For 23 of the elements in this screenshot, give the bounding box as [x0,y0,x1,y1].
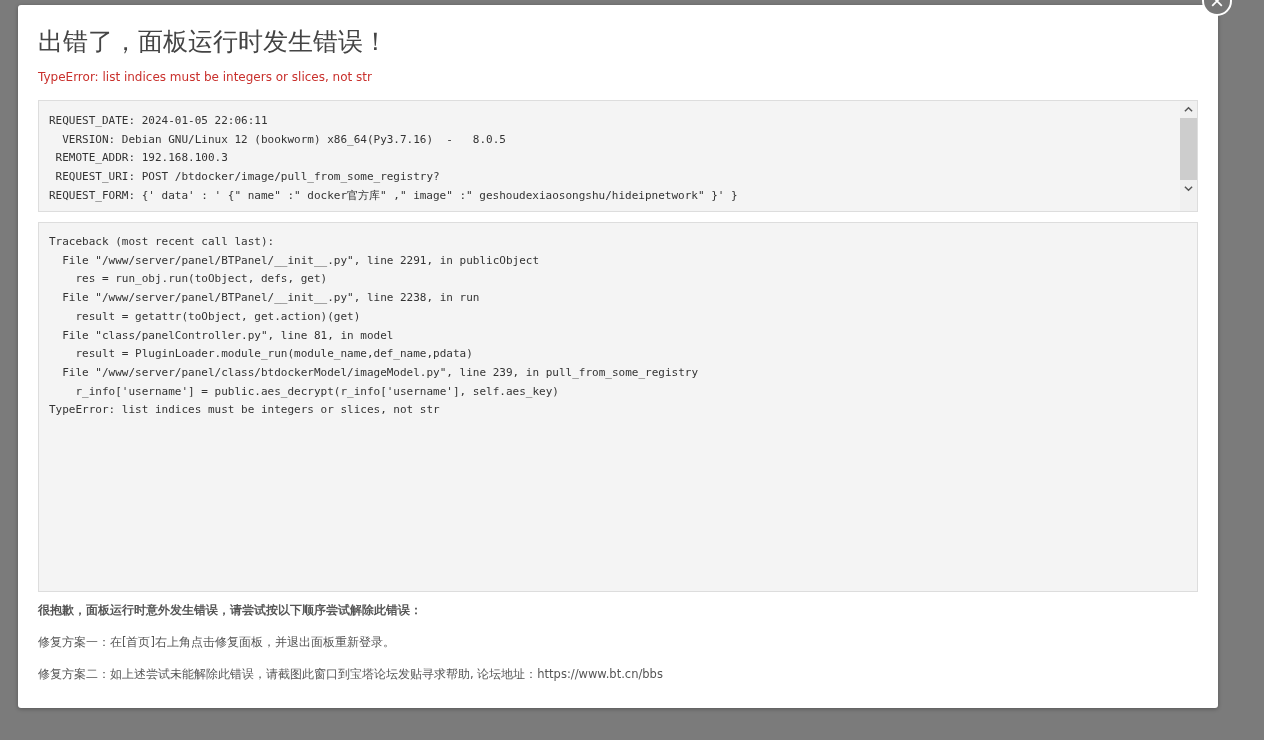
traceback-line: res = run_obj.run(toObject, defs, get) [74,271,329,288]
request-line: REQUEST_DATE: 2024-01-05 22:06:11 [49,113,269,129]
traceback-line: File "class/panelController.py", line 81, in model [61,327,395,344]
traceback-line: result = getattr(toObject, get.action)(get) [74,308,362,325]
dialog-title: 出错了，面板运行时发生错误！ [38,27,389,57]
apology-text: 很抱歉，面板运行时意外发生错误，请尝试按以下顺序尝试解除此错误： [38,602,423,618]
request-line: VERSION: Debian GNU/Linux 12 (bookworm) x86_64(Py3.7.16) - 8.0.5 [61,131,507,148]
traceback-line: File "/www/server/panel/BTPanel/__init__.py", line 2238, in run [61,290,481,307]
traceback-line: TypeError: list indices must be integers or slices, not str [49,402,441,419]
traceback-line: Traceback (most recent call last): [49,234,276,250]
traceback-line: File "/www/server/panel/BTPanel/__init__.py", line 2291, in publicObject [61,252,541,269]
traceback-line: r_info['username'] = public.aes_decrypt(r_info['username'], self.aes_key) [74,383,560,400]
fix-suggestion: 修复方案一：在[首页]右上角点击修复面板，并退出面板重新登录。 [38,634,396,650]
request-line: REQUEST_FORM: {' data' : ' {" name" :" docker官方库" ," image" :" geshoudexiaosongshu/hideipnetwork" }' } [49,187,739,204]
traceback-line: File "/www/server/panel/class/btdockerModel/imageModel.py", line 239, in pull_from_some_registry [61,364,699,381]
error-message: TypeError: list indices must be integers or slices, not str [38,69,373,85]
scroll-up-icon[interactable] [1184,105,1193,114]
request-line: REMOTE_ADDR: 192.168.100.3 [54,150,229,167]
scrollbar[interactable] [1180,101,1197,211]
fix-suggestion: 修复方案二：如上述尝试未能解除此错误，请截图此窗口到宝塔论坛发贴寻求帮助, 论坛地址：https://www.bt.cn/bbs [38,666,664,682]
traceback-line: result = PluginLoader.module_run(module_name,def_name,pdata) [74,346,474,363]
scroll-down-icon[interactable] [1184,184,1193,193]
request-line: REQUEST_URI: POST /btdocker/image/pull_from_some_registry? [54,169,441,186]
